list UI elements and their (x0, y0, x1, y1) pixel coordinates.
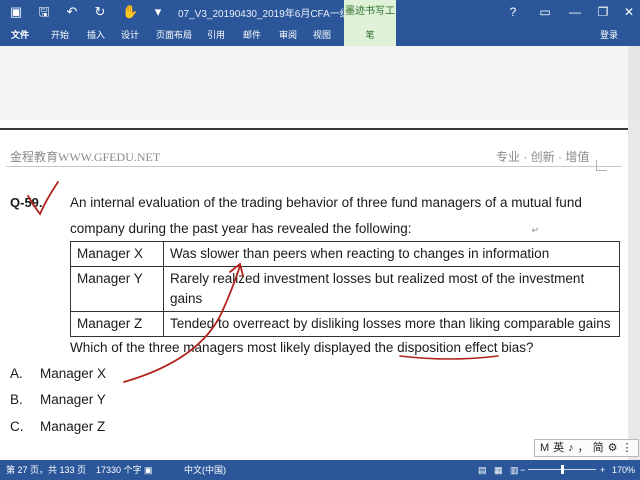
option-c[interactable]: C. Manager Z (0, 419, 200, 437)
tab-insert[interactable]: 插入 (84, 24, 108, 46)
option-text: Manager Z (40, 419, 106, 434)
header-divider (6, 166, 622, 167)
minimize-icon[interactable]: — (566, 3, 584, 21)
paragraph-mark: ↵ (531, 225, 540, 235)
ime-simplified-toggle[interactable]: 简 (593, 442, 604, 454)
help-icon[interactable]: ? (504, 3, 522, 21)
tab-home[interactable]: 开始 (48, 24, 72, 46)
word-count[interactable]: 17330 个字 (96, 460, 142, 480)
table-cell-behavior: Rarely realized investment losses but re… (163, 266, 620, 312)
page-header-left: 金程教育WWW.GFEDU.NET (10, 150, 161, 164)
ribbon-scroll-edge (628, 46, 640, 120)
zoom-out-icon[interactable]: − (520, 460, 525, 480)
tab-pen[interactable]: 笔 (344, 24, 396, 46)
option-letter: C. (10, 419, 24, 434)
tab-view[interactable]: 视图 (310, 24, 334, 46)
page-top-border (0, 128, 628, 130)
table-row: Manager X Was slower than peers when rea… (70, 241, 620, 267)
table-row: Manager Y Rarely realized investment los… (70, 266, 620, 312)
option-b[interactable]: B. Manager Y (0, 392, 200, 410)
table-cell-behavior: Was slower than peers when reacting to c… (163, 241, 620, 267)
ribbon-body (0, 46, 640, 121)
customize-qat-icon[interactable]: ▾ (150, 4, 166, 20)
ime-settings-icon[interactable]: ⚙ (608, 442, 618, 454)
word-app-icon[interactable]: ▣ (8, 4, 24, 20)
tab-file[interactable]: 文件 (0, 24, 40, 46)
ink-tools-context-label: 墨迹书写工具 (344, 0, 396, 41)
question-number: Q-59. (10, 195, 43, 210)
sign-in-link[interactable]: 登录 (600, 24, 618, 46)
ime-punct-toggle[interactable]: ， (578, 442, 589, 454)
tab-references[interactable]: 引用 (204, 24, 228, 46)
page-count[interactable]: 第 27 页，共 133 页 (6, 460, 86, 480)
proofing-icon[interactable]: ▣ (144, 460, 153, 480)
option-letter: B. (10, 392, 23, 407)
close-icon[interactable]: ✕ (620, 3, 638, 21)
table-cell-manager: Manager Y (70, 266, 164, 312)
print-layout-icon[interactable]: ▦ (494, 460, 503, 480)
tab-layout[interactable]: 页面布局 (154, 24, 194, 46)
restore-icon[interactable]: ❐ (594, 3, 612, 21)
tab-mailings[interactable]: 邮件 (240, 24, 264, 46)
ribbon-display-icon[interactable]: ▭ (536, 3, 554, 21)
ime-toolbar[interactable]: M 英 ♪ ， 简 ⚙ ⋮ (534, 439, 639, 457)
table-cell-manager: Manager X (70, 241, 164, 267)
ime-mode-icon[interactable]: M (540, 442, 549, 454)
table-cell-manager: Manager Z (70, 311, 164, 337)
ime-more-icon[interactable]: ⋮ (622, 442, 633, 454)
ribbon-tabs: 文件 开始 插入 设计 页面布局 引用 邮件 审阅 视图 笔 (0, 24, 640, 46)
zoom-slider-thumb[interactable] (561, 465, 564, 474)
save-icon[interactable]: 🖫 (36, 4, 52, 20)
option-a[interactable]: A. Manager X (0, 366, 200, 384)
question-prompt: Which of the three managers most likely … (70, 340, 534, 355)
tab-design[interactable]: 设计 (118, 24, 142, 46)
option-text: Manager Y (40, 392, 106, 407)
page-header-right: 专业 · 创新 · 增值 (496, 150, 590, 164)
ime-lang-toggle[interactable]: 英 (553, 442, 564, 454)
read-mode-icon[interactable]: ▤ (478, 460, 487, 480)
behavior-table: Manager X Was slower than peers when rea… (70, 241, 620, 337)
zoom-in-icon[interactable]: + (600, 460, 605, 480)
vertical-scrollbar[interactable] (628, 120, 640, 460)
question-line-1: An internal evaluation of the trading be… (70, 195, 582, 210)
tab-review[interactable]: 审阅 (276, 24, 300, 46)
language-indicator[interactable]: 中文(中国) (184, 460, 226, 480)
status-bar: 第 27 页，共 133 页 17330 个字 ▣ 中文(中国) ▤ ▦ ▥ −… (0, 460, 640, 480)
undo-icon[interactable]: ↶ (64, 4, 80, 20)
redo-icon[interactable]: ↻ (92, 4, 108, 20)
web-layout-icon[interactable]: ▥ (510, 460, 519, 480)
table-cell-behavior: Tended to overreact by disliking losses … (163, 311, 620, 337)
ime-voice-icon[interactable]: ♪ (568, 442, 574, 454)
title-bar: ▣ 🖫 ↶ ↻ ✋ ▾ 07_V3_20190430_2019年6月CFA一级百… (0, 0, 640, 41)
table-row: Manager Z Tended to overreact by disliki… (70, 311, 620, 337)
question-line-2: company during the past year has reveale… (70, 221, 540, 236)
option-text: Manager X (40, 366, 107, 381)
zoom-level[interactable]: 170% (612, 460, 635, 480)
touch-mode-icon[interactable]: ✋ (122, 4, 138, 20)
option-letter: A. (10, 366, 23, 381)
